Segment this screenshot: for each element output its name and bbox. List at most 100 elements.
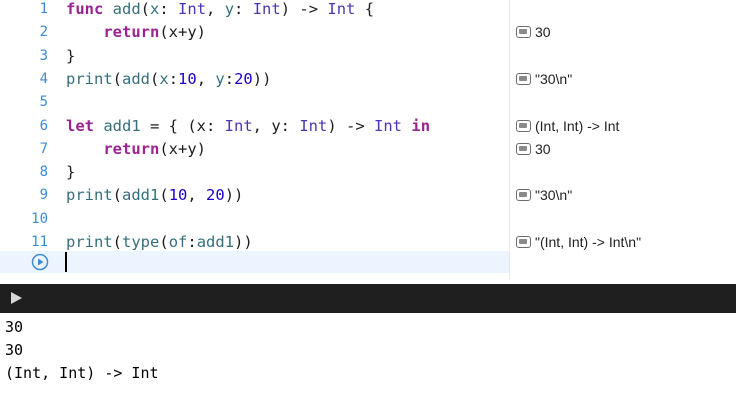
code-token: type — [122, 233, 160, 251]
line-number: 8 — [39, 164, 48, 181]
result-value[interactable]: "30\n" — [516, 184, 572, 206]
code-token: } — [66, 163, 76, 182]
code-token: , — [196, 69, 216, 88]
code-line[interactable]: } — [66, 45, 75, 67]
quicklook-icon[interactable] — [516, 189, 531, 202]
code-token: y — [215, 69, 225, 88]
current-line-highlight — [0, 251, 509, 273]
code-token: ( — [159, 233, 169, 251]
line-number: 5 — [39, 94, 48, 111]
code-token: Int — [252, 0, 281, 18]
code-token: add1 — [103, 116, 141, 135]
result-value[interactable]: 30 — [516, 138, 551, 160]
line-number: 11 — [31, 234, 48, 250]
code-token: ( — [112, 69, 123, 88]
console-line: 30 — [5, 318, 24, 336]
line-number: 9 — [39, 187, 48, 204]
code-pane[interactable]: 1 2 3 4 5 6 7 8 9 10 11 func add(x: Int, y: Int) -… — [0, 0, 509, 280]
code-token: print — [66, 233, 113, 251]
code-token: Int — [374, 116, 403, 135]
code-token: add — [122, 69, 151, 88]
code-token: add — [112, 0, 141, 18]
triangle-right-icon[interactable] — [11, 292, 22, 304]
debug-area-bar — [0, 284, 736, 313]
quicklook-icon[interactable] — [516, 72, 531, 85]
quicklook-icon[interactable] — [516, 26, 531, 39]
code-token: , — [206, 0, 225, 18]
code-token: (x+y) — [159, 23, 206, 42]
code-token: add1 — [196, 233, 235, 251]
code-line[interactable]: func add(x: Int, y: Int) -> Int { — [66, 0, 374, 20]
code-token: return — [103, 139, 160, 158]
playground-editor: 1 2 3 4 5 6 7 8 9 10 11 func add(x: Int, y: Int) -… — [0, 0, 736, 280]
code-token: x — [150, 0, 160, 18]
code-token: ( — [112, 233, 123, 251]
code-token: ( — [150, 69, 160, 88]
code-token: return — [103, 23, 160, 42]
code-token: of — [168, 233, 188, 251]
code-line[interactable]: print(add1(10, 20)) — [66, 184, 243, 206]
code-token: 20 — [234, 69, 253, 88]
result-value[interactable]: "(Int, Int) -> Int\n" — [516, 231, 641, 253]
code-token: ( — [140, 0, 151, 18]
quicklook-icon[interactable] — [516, 119, 531, 132]
quicklook-icon[interactable] — [516, 236, 531, 248]
code-token: )) — [252, 69, 272, 88]
line-number: 7 — [39, 140, 48, 157]
result-text: "30\n" — [535, 70, 573, 87]
code-token: = { (x: — [140, 116, 225, 135]
code-token: Int — [299, 116, 328, 135]
code-token: x — [159, 69, 169, 88]
line-number: 2 — [39, 24, 48, 41]
code-token: )) — [224, 186, 244, 205]
code-token: )) — [234, 233, 253, 251]
code-token: ( — [159, 186, 169, 205]
code-token: ) -> — [327, 116, 375, 135]
code-token: ) -> — [280, 0, 328, 18]
run-play-icon[interactable] — [31, 253, 49, 271]
code-token: Int — [327, 0, 356, 18]
result-value[interactable]: 30 — [516, 21, 551, 43]
code-token: ( — [112, 186, 123, 205]
code-line[interactable]: print(type(of:add1)) — [66, 231, 253, 253]
code-token: { — [355, 0, 375, 18]
result-text: (Int, Int) -> Int — [535, 117, 620, 134]
code-token: print — [66, 186, 113, 205]
code-line[interactable]: print(add(x:10, y:20)) — [66, 68, 271, 90]
line-number: 4 — [39, 70, 48, 87]
result-text: 30 — [535, 140, 551, 157]
code-token: 10 — [178, 69, 197, 88]
code-token: add1 — [122, 186, 160, 205]
code-line[interactable]: return(x+y) — [66, 21, 206, 43]
code-token: : — [159, 0, 179, 18]
code-token: , y: — [252, 116, 300, 135]
result-text: 30 — [535, 24, 551, 41]
result-text: "(Int, Int) -> Int\n" — [535, 234, 642, 250]
code-token: 20 — [206, 186, 225, 205]
code-token: y — [224, 0, 235, 18]
code-token: 10 — [168, 186, 188, 205]
code-line[interactable]: } — [66, 161, 75, 183]
line-number: 10 — [31, 210, 48, 227]
result-value[interactable]: (Int, Int) -> Int — [516, 115, 619, 137]
quicklook-icon[interactable] — [516, 142, 531, 155]
text-cursor — [65, 252, 67, 272]
code-token: Int — [224, 116, 253, 135]
code-line[interactable]: let add1 = { (x: Int, y: Int) -> Int in — [66, 115, 430, 137]
line-number: 1 — [39, 1, 48, 17]
code-token: } — [66, 46, 76, 65]
result-text: "30\n" — [535, 187, 573, 204]
code-line[interactable]: return(x+y) — [66, 138, 206, 160]
results-sidebar: 30 "30\n" (Int, Int) -> Int 30 "30\n" "(Int, … — [509, 0, 736, 280]
console-output: 30 30 (Int, Int) -> Int — [0, 313, 736, 411]
result-value[interactable]: "30\n" — [516, 68, 572, 90]
code-token: : — [168, 69, 179, 88]
code-token: in — [411, 116, 431, 135]
code-token: (x+y) — [159, 139, 206, 158]
console-line: 30 — [5, 341, 24, 359]
